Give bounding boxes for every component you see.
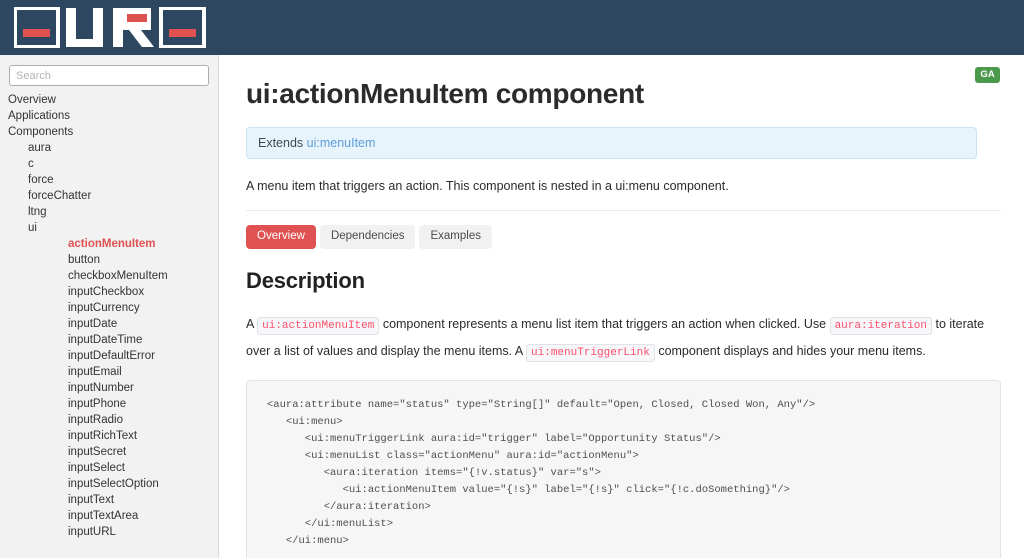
code-chip-aura-iteration[interactable]: aura:iteration	[829, 317, 932, 336]
tab-overview[interactable]: Overview	[246, 225, 316, 249]
sidebar-item-inputsecret[interactable]: inputSecret	[68, 444, 218, 460]
tab-bar: Overview Dependencies Examples	[246, 225, 1000, 249]
sidebar-item-button[interactable]: button	[68, 252, 218, 268]
search-container	[0, 55, 218, 92]
search-input[interactable]	[9, 65, 209, 86]
sidebar-item-overview[interactable]: Overview	[8, 92, 218, 108]
section-divider	[246, 210, 1001, 211]
code-chip-menu-trigger-link[interactable]: ui:menuTriggerLink	[526, 344, 655, 363]
long-description: A ui:actionMenuItem component represents…	[246, 312, 986, 366]
sidebar-item-force[interactable]: force	[28, 172, 218, 188]
sidebar-item-inputphone[interactable]: inputPhone	[68, 396, 218, 412]
tab-dependencies[interactable]: Dependencies	[319, 225, 416, 249]
sidebar-item-inputradio[interactable]: inputRadio	[68, 412, 218, 428]
sidebar-item-inputemail[interactable]: inputEmail	[68, 364, 218, 380]
sidebar-item-aura[interactable]: aura	[28, 140, 218, 156]
code-sample-block: <aura:attribute name="status" type="Stri…	[246, 380, 1001, 558]
sidebar-item-inputdefaulterror[interactable]: inputDefaultError	[68, 348, 218, 364]
extends-label: Extends	[258, 136, 307, 150]
aura-logo[interactable]	[14, 7, 206, 48]
sidebar: OverviewApplicationsComponentsauracforce…	[0, 55, 219, 558]
desc-text-2: component represents a menu list item th…	[379, 317, 830, 332]
sidebar-item-checkboxmenuitem[interactable]: checkboxMenuItem	[68, 268, 218, 284]
desc-text-4: component displays and hides your menu i…	[654, 344, 926, 359]
sidebar-item-components[interactable]: Components	[8, 124, 218, 140]
sidebar-item-inputselect[interactable]: inputSelect	[68, 460, 218, 476]
status-badge: GA	[975, 67, 1000, 83]
sidebar-item-inputdate[interactable]: inputDate	[68, 316, 218, 332]
sidebar-nav-list: Overview Applications Components aura c force…	[0, 92, 218, 540]
sidebar-item-ui[interactable]: ui	[28, 220, 218, 236]
description-heading: Description	[246, 268, 365, 293]
sidebar-item-forcechatter[interactable]: forceChatter	[28, 188, 218, 204]
extends-alert: Extends ui:menuItem	[246, 127, 977, 159]
sidebar-item-inputurl[interactable]: inputURL	[68, 524, 218, 540]
main-content: GA ui:actionMenuItem component Extends u…	[220, 55, 1024, 558]
sidebar-item-c[interactable]: c	[28, 156, 218, 172]
sidebar-item-ltng[interactable]: ltng	[28, 204, 218, 220]
desc-text-1: A	[246, 317, 258, 332]
tab-examples[interactable]: Examples	[419, 225, 492, 249]
short-description: A menu item that triggers an action. Thi…	[246, 179, 729, 193]
sidebar-item-applications[interactable]: Applications	[8, 108, 218, 124]
sidebar-item-inputnumber[interactable]: inputNumber	[68, 380, 218, 396]
sidebar-item-actionmenuitem[interactable]: actionMenuItem	[68, 236, 218, 252]
sidebar-item-inputcurrency[interactable]: inputCurrency	[68, 300, 218, 316]
sidebar-item-inputtext[interactable]: inputText	[68, 492, 218, 508]
sidebar-item-inputdatetime[interactable]: inputDateTime	[68, 332, 218, 348]
sidebar-item-inputtextarea[interactable]: inputTextArea	[68, 508, 218, 524]
sidebar-item-inputselectoption[interactable]: inputSelectOption	[68, 476, 218, 492]
sidebar-item-inputcheckbox[interactable]: inputCheckbox	[68, 284, 218, 300]
code-chip-action-menu-item[interactable]: ui:actionMenuItem	[257, 317, 380, 336]
sidebar-item-inputrichtext[interactable]: inputRichText	[68, 428, 218, 444]
top-header-bar	[0, 0, 1024, 55]
page-title: ui:actionMenuItem component	[246, 78, 644, 109]
extends-link[interactable]: ui:menuItem	[307, 136, 376, 150]
